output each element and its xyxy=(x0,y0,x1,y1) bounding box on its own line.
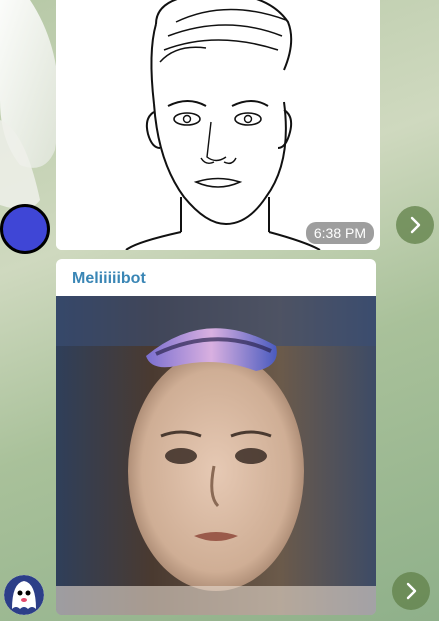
message-timestamp: 6:38 PM xyxy=(305,222,374,244)
sender-name[interactable]: Meliiiiibot xyxy=(72,270,146,288)
forward-button[interactable] xyxy=(392,572,430,610)
photo-message[interactable]: 6:38 PM xyxy=(56,0,380,250)
sketch-face-photo[interactable] xyxy=(56,0,380,250)
photo-message[interactable]: Meliiiiibot xyxy=(56,259,376,615)
chevron-right-icon xyxy=(406,582,417,600)
bot-avatar[interactable] xyxy=(4,575,44,615)
generated-face-photo[interactable] xyxy=(56,296,376,615)
chevron-right-icon xyxy=(410,216,421,234)
ghost-icon xyxy=(4,575,44,615)
user-avatar[interactable] xyxy=(0,204,50,254)
forward-button[interactable] xyxy=(396,206,434,244)
